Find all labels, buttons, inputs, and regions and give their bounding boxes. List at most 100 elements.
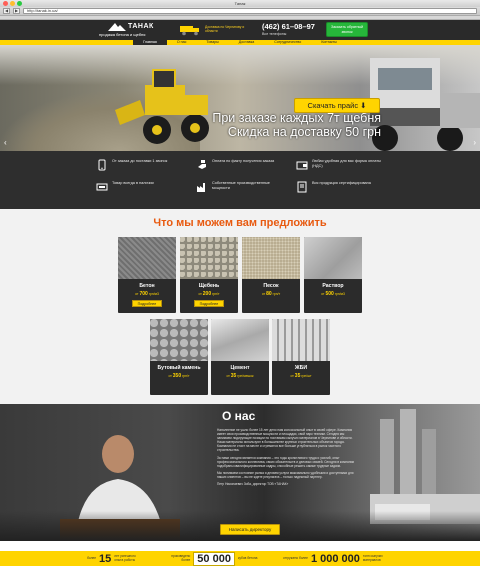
price-prefix: от	[226, 374, 230, 378]
product-image	[180, 237, 238, 279]
url-field[interactable]: http://tanak.in.ua/	[23, 8, 477, 14]
product-image	[242, 237, 300, 279]
back-button[interactable]: ◀	[3, 8, 10, 14]
offers-section: Что мы можем вам предложить Бетон от 700…	[0, 209, 480, 404]
price-prefix: от	[168, 374, 172, 378]
minimize-window-icon[interactable]	[10, 1, 15, 6]
feature-text: Вся продукция сертифицирована	[312, 181, 371, 185]
wallet-icon	[296, 161, 308, 170]
brand-tagline: продажа бетона и щебня	[99, 32, 146, 37]
about-paragraph: Наполнение не ушло более 15 лет дело нам…	[217, 428, 353, 453]
all-phones-link[interactable]: Все телефоны	[262, 32, 286, 36]
product-card-rubble-stone[interactable]: Бутовый камень от 350 грн/т	[150, 319, 208, 395]
feature-text: Собственные производственные мощности	[212, 181, 270, 190]
product-card-concrete-products[interactable]: ЖБИ от 35 грн/шт	[272, 319, 330, 395]
slider-prev-icon[interactable]: ‹	[4, 138, 7, 147]
stat-label: отгружено более	[283, 555, 308, 560]
hand-icon	[198, 160, 206, 169]
feature-item: Вся продукция сертифицирована	[296, 181, 377, 193]
callback-button[interactable]: Заказать обратный звонок	[326, 22, 368, 37]
about-text: Наполнение не ушло более 15 лет дело нам…	[217, 428, 357, 489]
price-unit: грн/мешок	[237, 374, 254, 378]
maximize-window-icon[interactable]	[17, 1, 22, 6]
stat-text: лет успешного опыта работы	[114, 553, 136, 562]
product-card-mortar[interactable]: Раствор от 500 грн/м3	[304, 237, 362, 313]
price-prefix: от	[290, 374, 294, 378]
logo-mountain-icon	[108, 23, 126, 31]
about-signature: Петр Николаевич Зоба, директор ТОВ «ТАНА…	[217, 482, 289, 487]
product-image	[304, 237, 362, 279]
browser-titlebar: Танак	[0, 0, 480, 7]
product-price: от 200 грн/т	[180, 291, 238, 297]
product-image	[272, 319, 330, 361]
feature-item: Оплата по факту получения заказа	[196, 159, 282, 171]
brand-name: ТАНАК	[128, 23, 154, 30]
product-name: Щебень	[198, 283, 220, 289]
price-prefix: от	[135, 292, 139, 296]
about-paragraph: За нами сегодня является компания – это …	[217, 455, 355, 468]
price-prefix: от	[261, 292, 266, 296]
price-unit: грн/т	[272, 292, 281, 296]
browser-window: Танак ◀ ▶ http://tanak.in.ua/ ТАНАК прод…	[0, 0, 480, 566]
stats-bar: более 15 лет успешного опыта работы прои…	[0, 551, 480, 566]
product-name: Цемент	[230, 365, 250, 371]
product-price: от 35 грн/шт	[272, 373, 330, 379]
product-price: от 35 грн/мешок	[211, 373, 269, 379]
address-bar: ◀ ▶ http://tanak.in.ua/	[0, 7, 480, 16]
product-price: от 500 грн/м3	[304, 291, 362, 297]
stat-label: произведено более	[171, 553, 191, 562]
slider-next-icon[interactable]: ›	[473, 138, 476, 147]
factory-icon	[197, 183, 205, 192]
details-button[interactable]: Подробнее	[194, 300, 224, 307]
price-value: 700	[139, 291, 148, 297]
feature-text: Любая удобная для вас форма оплаты (НДС)	[312, 159, 381, 168]
price-value: 35	[294, 373, 301, 379]
stat-value: 1 000 000	[310, 552, 360, 565]
price-prefix: от	[198, 292, 202, 296]
product-price: от 700 грн/м3	[118, 291, 176, 297]
window-controls	[3, 1, 22, 6]
price-unit: грн/т	[182, 374, 190, 378]
price-unit: грн/м3	[148, 292, 159, 296]
price-unit: грн/шт	[301, 374, 312, 378]
product-name: Бетон	[139, 283, 155, 289]
price-value: 35	[230, 373, 237, 379]
site-header: ТАНАК продажа бетона и щебня Доставка по…	[0, 20, 480, 40]
logo[interactable]: ТАНАК продажа бетона и щебня	[98, 22, 170, 38]
forward-button[interactable]: ▶	[13, 8, 20, 14]
product-image	[150, 319, 208, 361]
price-value: 500	[325, 291, 334, 297]
feature-text: Товар всегда в наличии	[112, 181, 154, 185]
write-director-button[interactable]: Написать директору	[220, 524, 280, 535]
phone-number[interactable]: (462) 61–08–97	[262, 22, 315, 31]
stat-years: более 15 лет успешного опыта работы	[87, 553, 142, 565]
download-price-button[interactable]: Скачать прайс ⬇	[294, 98, 380, 113]
features-bar: От заказа до поставки 1 звонок Оплата по…	[0, 151, 480, 209]
stat-materials: отгружено более 1 000 000 тонн сыпучих м…	[282, 553, 393, 565]
price-unit: грн/т	[212, 292, 220, 296]
price-value: 350	[172, 373, 182, 379]
delivery-note: Доставка по Чернигову и области	[205, 25, 245, 34]
price-unit: грн/м3	[334, 292, 345, 296]
about-title: О нас	[222, 409, 256, 423]
hero-line-2: Скидка на доставку 50 грн	[227, 124, 381, 139]
product-card-gravel[interactable]: Щебень от 200 грн/т Подробнее	[180, 237, 238, 313]
product-image	[118, 237, 176, 279]
delivery-truck-icon	[180, 26, 199, 36]
stat-text: кубов бетона	[237, 555, 258, 560]
offers-title: Что мы можем вам предложить	[153, 217, 327, 229]
product-name: ЖБИ	[294, 365, 308, 371]
feature-item: Любая удобная для вас форма оплаты (НДС)	[296, 159, 392, 171]
close-window-icon[interactable]	[3, 1, 8, 6]
product-card-concrete[interactable]: Бетон от 700 грн/м3 Подробнее	[118, 237, 176, 313]
about-paragraph: Мы понимаем состояние рынка и делаем усл…	[217, 470, 354, 479]
certificate-icon	[297, 181, 307, 193]
product-card-cement[interactable]: Цемент от 35 грн/мешок	[211, 319, 269, 395]
product-name: Раствор	[322, 283, 344, 289]
stat-text: тонн сыпучих материалов	[362, 553, 383, 562]
stat-label: более	[87, 555, 97, 560]
details-button[interactable]: Подробнее	[132, 300, 162, 307]
product-card-sand[interactable]: Песок от 80 грн/т	[242, 237, 300, 313]
hero-line-1: При заказе каждых 7т щебня	[212, 111, 381, 125]
price-value: 200	[202, 291, 212, 297]
